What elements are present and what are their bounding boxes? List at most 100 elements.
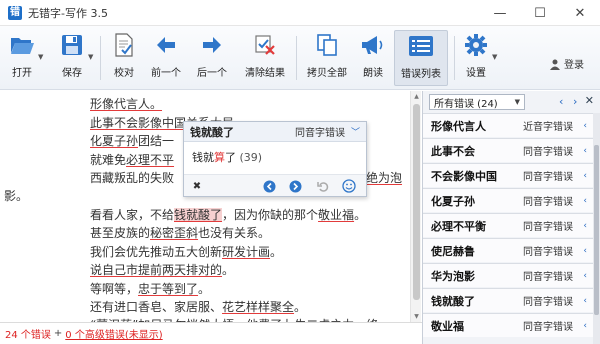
copy-all-button[interactable]: 拷贝全部: [302, 30, 352, 86]
error-span[interactable]: 说自己市提前两天排对的: [90, 263, 222, 277]
megaphone-icon: [360, 30, 386, 60]
toolbar-separator: [454, 36, 455, 80]
scrollbar-thumb[interactable]: [413, 104, 420, 300]
document-line[interactable]: 还有进口香皂、家居服、花艺样样聚全。: [90, 298, 306, 315]
open-dropdown-icon[interactable]: ▼: [38, 53, 43, 61]
document-line[interactable]: 甚至皮族的秘密歪斜也没有关系。: [90, 224, 270, 241]
scroll-up-icon[interactable]: ▲: [411, 91, 422, 102]
open-label: 打开: [12, 68, 32, 79]
text-span: 。: [294, 300, 307, 314]
error-item-type: 同音字错误: [523, 322, 573, 333]
copy-icon: [316, 30, 338, 60]
error-list-item[interactable]: 此事不会 同音字错误 ‹: [423, 138, 593, 162]
chevron-left-icon[interactable]: ‹: [583, 246, 587, 256]
save-label: 保存: [62, 68, 82, 79]
next-error-button[interactable]: 后一个: [192, 30, 232, 86]
panel-scrollbar-thumb[interactable]: [594, 145, 599, 315]
ignore-icon[interactable]: ✖: [190, 179, 204, 193]
suggestion-item[interactable]: 钱就算了 (39): [192, 149, 262, 165]
proofread-label: 校对: [114, 68, 134, 79]
settings-button[interactable]: 设置: [460, 30, 492, 86]
panel-scrollbar[interactable]: [593, 113, 600, 344]
document-line[interactable]: 说自己市提前两天排对的。: [90, 261, 234, 278]
error-span[interactable]: 花艺样样聚全: [222, 300, 294, 314]
error-item-type: 同音字错误: [523, 222, 573, 233]
maximize-button[interactable]: ☐: [520, 0, 560, 26]
read-aloud-button[interactable]: 朗读: [356, 30, 390, 86]
chevron-left-icon[interactable]: ‹: [583, 121, 587, 131]
error-span[interactable]: 形像代言人。: [90, 97, 162, 111]
login-button[interactable]: 登录: [549, 56, 584, 71]
next-circle-icon[interactable]: [288, 179, 302, 193]
chevron-left-icon[interactable]: ‹: [583, 146, 587, 156]
error-list-panel: 所有错误 (24) ▼ ‹ › ✕ 形像代言人 近音字错误 ‹ 此事不会 同音字错误 ‹ 不…: [422, 91, 600, 344]
chevron-left-icon[interactable]: ‹: [583, 171, 587, 181]
chevron-left-icon[interactable]: ‹: [583, 271, 587, 281]
document-line[interactable]: 形像代言人。: [90, 95, 162, 112]
error-item-text: 不会影像中国: [431, 169, 497, 183]
error-span[interactable]: 忠于等到了: [138, 282, 198, 296]
undo-icon[interactable]: [316, 179, 330, 193]
document-line[interactable]: 绝为泡: [366, 169, 402, 186]
chevron-left-icon[interactable]: ‹: [583, 221, 587, 231]
error-item-type: 同音字错误: [523, 247, 573, 258]
error-list-item[interactable]: 钱就酸了 同音字错误 ‹: [423, 288, 593, 312]
error-item-type: 同音字错误: [523, 172, 573, 183]
error-list-button[interactable]: 错误列表: [394, 30, 448, 86]
error-span[interactable]: 研发计画: [222, 245, 270, 259]
chevron-down-icon[interactable]: ﹀: [351, 125, 360, 138]
error-list-item[interactable]: 不会影像中国 同音字错误 ‹: [423, 163, 593, 187]
error-list-item[interactable]: 华为泡影 同音字错误 ‹: [423, 263, 593, 287]
save-button[interactable]: 保存: [56, 30, 88, 86]
chevron-down-icon: ▼: [514, 98, 520, 106]
open-button[interactable]: 打开: [6, 30, 38, 86]
smiley-icon[interactable]: [342, 179, 356, 193]
document-line[interactable]: 西藏叛乱的失败: [90, 169, 174, 186]
folder-open-icon: [9, 30, 35, 60]
advanced-errors-link[interactable]: 0 个高级错误(未显示): [65, 326, 162, 341]
text-span: 影。: [4, 189, 29, 203]
error-item-text: 使尼赫鲁: [431, 244, 475, 258]
toolbar-separator: [100, 36, 101, 80]
chevron-left-icon[interactable]: ‹: [583, 296, 587, 306]
error-span[interactable]: 绝为泡: [366, 171, 402, 185]
minimize-button[interactable]: —: [480, 0, 520, 26]
error-span[interactable]: 秘密歪斜: [150, 226, 198, 240]
document-line[interactable]: 等啊等，忠于等到了。: [90, 280, 210, 297]
error-list-item[interactable]: 形像代言人 近音字错误 ‹: [423, 113, 593, 137]
next-error-label: 后一个: [197, 68, 227, 79]
document-line[interactable]: 就难免必理不平: [90, 151, 174, 168]
scroll-down-icon[interactable]: ▼: [411, 311, 422, 322]
settings-dropdown-icon[interactable]: ▼: [492, 53, 497, 61]
error-list-item[interactable]: 必理不平衡 同音字错误 ‹: [423, 213, 593, 237]
error-span[interactable]: 钱就酸了: [174, 208, 223, 222]
error-item-type: 同音字错误: [523, 147, 573, 158]
close-button[interactable]: ✕: [560, 0, 600, 26]
chevron-left-icon[interactable]: ‹: [583, 321, 587, 331]
text-span: 甚至皮族的: [90, 226, 151, 240]
panel-prev-icon[interactable]: ‹: [559, 95, 563, 108]
error-span[interactable]: 必理不平: [126, 153, 174, 167]
document-line[interactable]: 化夏子孙团结一: [90, 132, 174, 149]
document-line[interactable]: 我们会优先推动五大创新研发计画。: [90, 243, 282, 260]
error-span[interactable]: 化夏子孙: [90, 134, 138, 148]
error-span[interactable]: 敬业福: [318, 208, 354, 222]
editor-scrollbar[interactable]: ▲ ▼: [410, 91, 421, 322]
error-filter-select[interactable]: 所有错误 (24) ▼: [429, 94, 525, 110]
save-dropdown-icon[interactable]: ▼: [88, 53, 93, 61]
suggestion-text-pre: 钱就: [192, 151, 214, 164]
error-list-item[interactable]: 使尼赫鲁 同音字错误 ‹: [423, 238, 593, 262]
prev-error-button[interactable]: 前一个: [146, 30, 186, 86]
proofread-button[interactable]: 校对: [108, 30, 140, 86]
text-span: ，因为你缺的那个: [222, 208, 319, 222]
error-list-item[interactable]: 敬业福 同音字错误 ‹: [423, 313, 593, 337]
chevron-left-icon[interactable]: ‹: [583, 196, 587, 206]
prev-circle-icon[interactable]: [262, 179, 276, 193]
document-line[interactable]: 看看人家，不给钱就酸了，因为你缺的那个敬业福。: [90, 206, 366, 223]
panel-close-icon[interactable]: ✕: [585, 94, 594, 107]
error-list-item[interactable]: 化夏子孙 同音字错误 ‹: [423, 188, 593, 212]
clear-results-button[interactable]: 清除结果: [240, 30, 290, 86]
document-line[interactable]: 影。: [4, 187, 28, 204]
popup-error-type: 同音字错误: [294, 128, 345, 139]
panel-next-icon[interactable]: ›: [573, 95, 577, 108]
